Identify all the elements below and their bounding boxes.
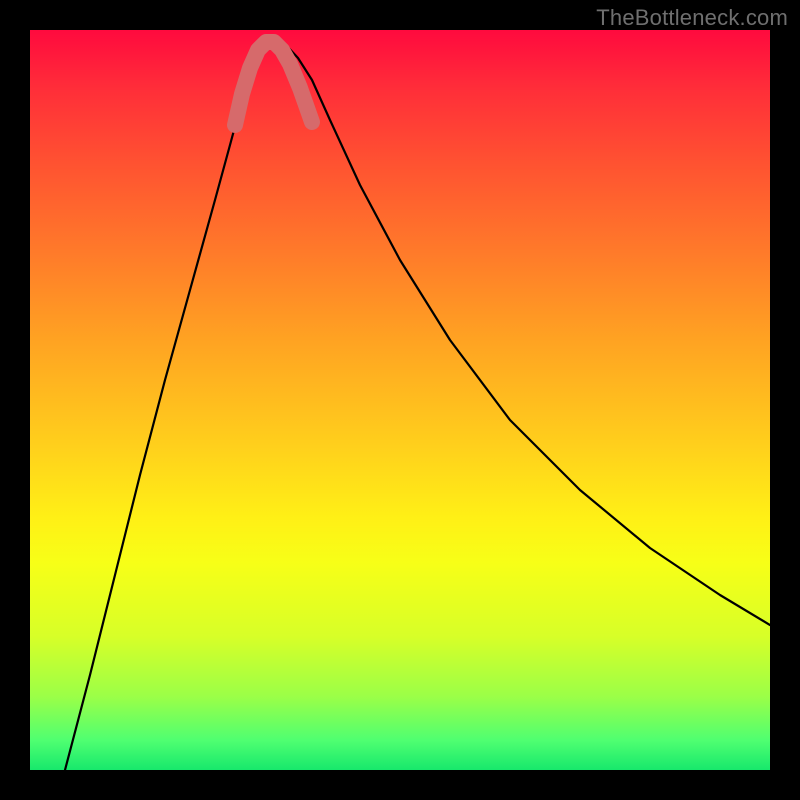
main-curve-path — [65, 40, 770, 770]
watermark-text: TheBottleneck.com — [596, 5, 788, 31]
chart-svg — [30, 30, 770, 770]
plot-area — [30, 30, 770, 770]
valley-highlight-path — [235, 42, 312, 125]
